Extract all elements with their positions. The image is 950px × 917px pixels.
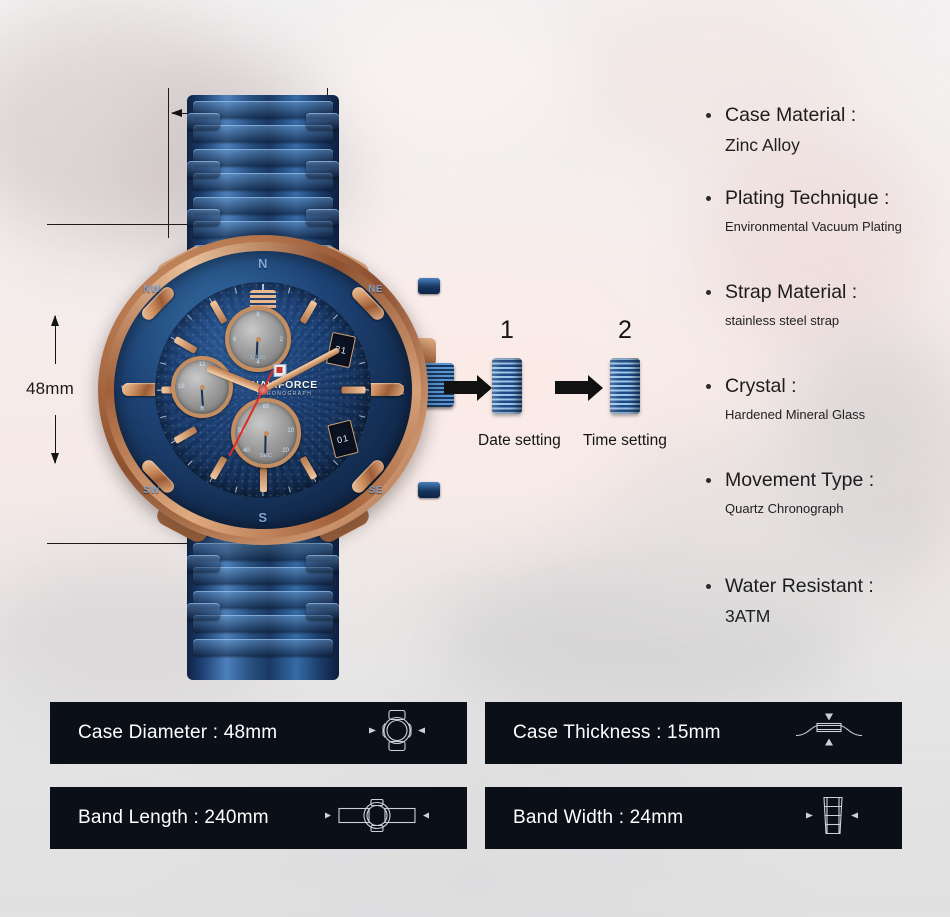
- card-label: Band Length : 240mm: [78, 807, 269, 828]
- spec-bullet-icon: [706, 384, 711, 389]
- spec-bullet-icon: [706, 478, 711, 483]
- card-label: Case Thickness : 15mm: [513, 722, 721, 743]
- bezel-mark-ne: NE: [368, 284, 383, 295]
- spec-value: stainless steel strap: [725, 313, 840, 328]
- setting-step-caption-1: Date setting: [478, 432, 561, 449]
- watch-dial: 8 2 4 6 1/10S 12 18 6 60 10 20 40 SEC 31…: [155, 282, 371, 498]
- spec-value: Environmental Vacuum Plating: [725, 219, 902, 234]
- spec-title: Crystal :: [725, 375, 797, 397]
- card-band-width: Band Width : 24mm: [485, 787, 902, 849]
- card-band-length: Band Length : 240mm: [50, 787, 467, 849]
- spec-title: Plating Technique :: [725, 187, 890, 209]
- subdial-tenth-second: 8 2 4 6 1/10S: [225, 306, 291, 372]
- crown-position-1-icon: [492, 358, 522, 414]
- hand-pivot: [258, 385, 268, 395]
- card-label: Case Diameter : 48mm: [78, 722, 278, 743]
- watch-pusher-top: [418, 278, 440, 294]
- crown-position-2-icon: [610, 358, 640, 414]
- bezel-mark-n: N: [258, 256, 268, 271]
- spec-bullet-icon: [706, 290, 711, 295]
- setting-arrow-2: [555, 374, 603, 401]
- bezel-mark-sw: SW: [143, 485, 161, 496]
- setting-step-number-2: 2: [618, 316, 632, 344]
- spec-value: Hardened Mineral Glass: [725, 407, 866, 422]
- spec-title: Movement Type :: [725, 469, 875, 491]
- watch-face-icon: [361, 709, 433, 758]
- spec-title: Water Resistant :: [725, 575, 874, 597]
- card-label: Band Width : 24mm: [513, 807, 684, 828]
- card-case-thickness: Case Thickness : 15mm: [485, 702, 902, 764]
- case-profile-icon: [790, 710, 868, 757]
- watch-product-photo: N NE E SE S SW W NW: [98, 95, 454, 680]
- dimension-arrow-up: [50, 315, 59, 364]
- watch-band-icon: [321, 795, 433, 842]
- spec-value: 3ATM: [725, 606, 771, 626]
- watch-pusher-bottom: [418, 482, 440, 498]
- spec-value: Zinc Alloy: [725, 135, 800, 155]
- setting-arrow-1: [444, 374, 492, 401]
- setting-step-number-1: 1: [500, 316, 514, 344]
- spec-bullet-icon: [706, 196, 711, 201]
- card-case-diameter: Case Diameter : 48mm: [50, 702, 467, 764]
- spec-bullet-icon: [706, 113, 711, 118]
- spec-title: Strap Material :: [725, 281, 858, 303]
- bezel-mark-se: SE: [368, 485, 383, 496]
- spec-title: Case Material :: [725, 104, 857, 126]
- spec-value: Quartz Chronograph: [725, 501, 844, 516]
- bezel-mark-s: S: [258, 510, 268, 525]
- spec-bullet-icon: [706, 584, 711, 589]
- case-diameter-dimension-label: 48mm: [26, 379, 75, 398]
- watch-case: N NE E SE S SW W NW: [98, 235, 428, 545]
- dimension-arrow-down: [50, 415, 59, 464]
- band-width-icon: [796, 792, 868, 845]
- setting-step-caption-2: Time setting: [583, 432, 667, 449]
- subdial-24h: 12 18 6: [171, 356, 233, 418]
- product-spec-image: 24mm 48mm: [0, 0, 950, 917]
